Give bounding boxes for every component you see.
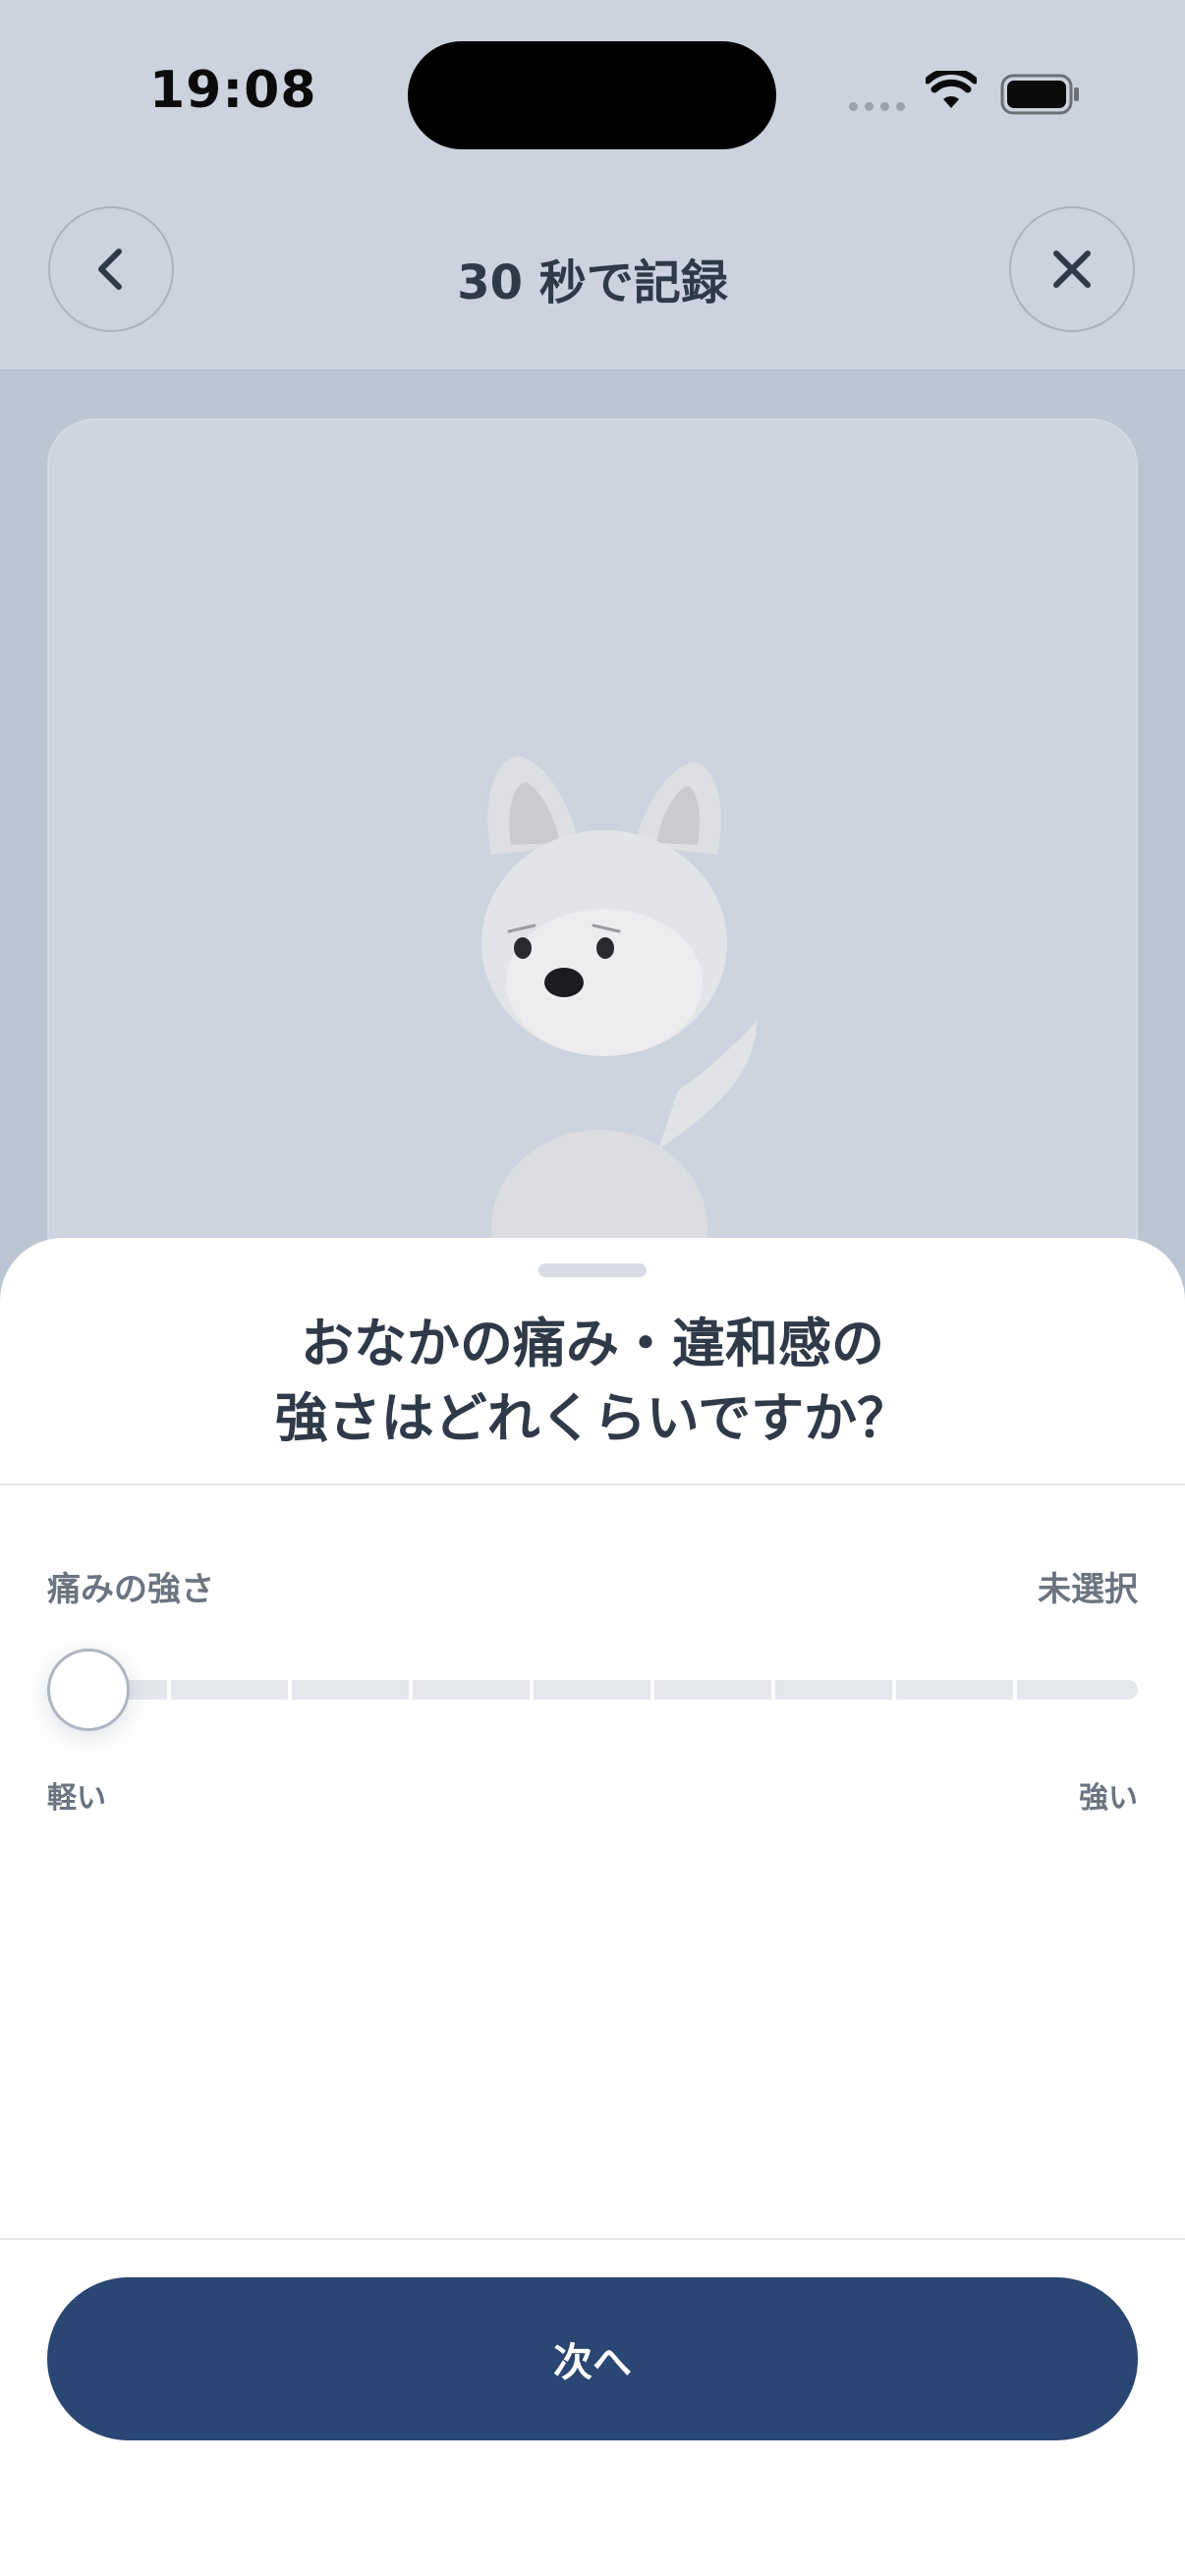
nav-bar: 30 秒で記録 [0, 187, 1185, 371]
signal-dots-icon [849, 102, 905, 111]
slider-segment [896, 1680, 1013, 1700]
slider-status: 未選択 [1038, 1570, 1138, 1609]
close-icon [1053, 251, 1091, 288]
question-text: おなかの痛み・違和感の 強さはどれくらいですか？ [0, 1307, 1185, 1456]
sheet-handle[interactable] [538, 1263, 647, 1277]
slider-segment [534, 1680, 650, 1700]
slider-segment [171, 1680, 288, 1700]
slider-segment [292, 1680, 409, 1700]
close-button[interactable] [1009, 206, 1135, 332]
next-button[interactable]: 次へ [47, 2277, 1138, 2440]
question-line-2: 強さはどれくらいですか？ [274, 1387, 911, 1449]
slider-label: 痛みの強さ [47, 1570, 214, 1609]
divider [0, 2238, 1185, 2240]
divider [0, 1484, 1185, 1485]
slider-segment [775, 1680, 892, 1700]
pain-slider-track[interactable] [126, 1680, 1138, 1700]
slider-segment [126, 1680, 167, 1700]
page-title: 30 秒で記録 [457, 255, 728, 310]
pain-slider-thumb[interactable] [47, 1649, 130, 1731]
wifi-icon [926, 71, 977, 108]
bottom-sheet: おなかの痛み・違和感の 強さはどれくらいですか？ 痛みの強さ 未選択 軽い 強い… [0, 1238, 1185, 2576]
slider-segment [1017, 1680, 1138, 1700]
status-bar: 19:08 [0, 0, 1185, 187]
status-time: 19:08 [149, 61, 317, 120]
dynamic-island [408, 41, 776, 149]
battery-icon [1000, 74, 1079, 115]
slider-min-label: 軽い [47, 1781, 106, 1816]
slider-segment [413, 1680, 530, 1700]
slider-max-label: 強い [1079, 1781, 1138, 1816]
fox-mascot-image [481, 756, 757, 1248]
question-line-1: おなかの痛み・違和感の [301, 1313, 884, 1374]
slider-segment [654, 1680, 771, 1700]
